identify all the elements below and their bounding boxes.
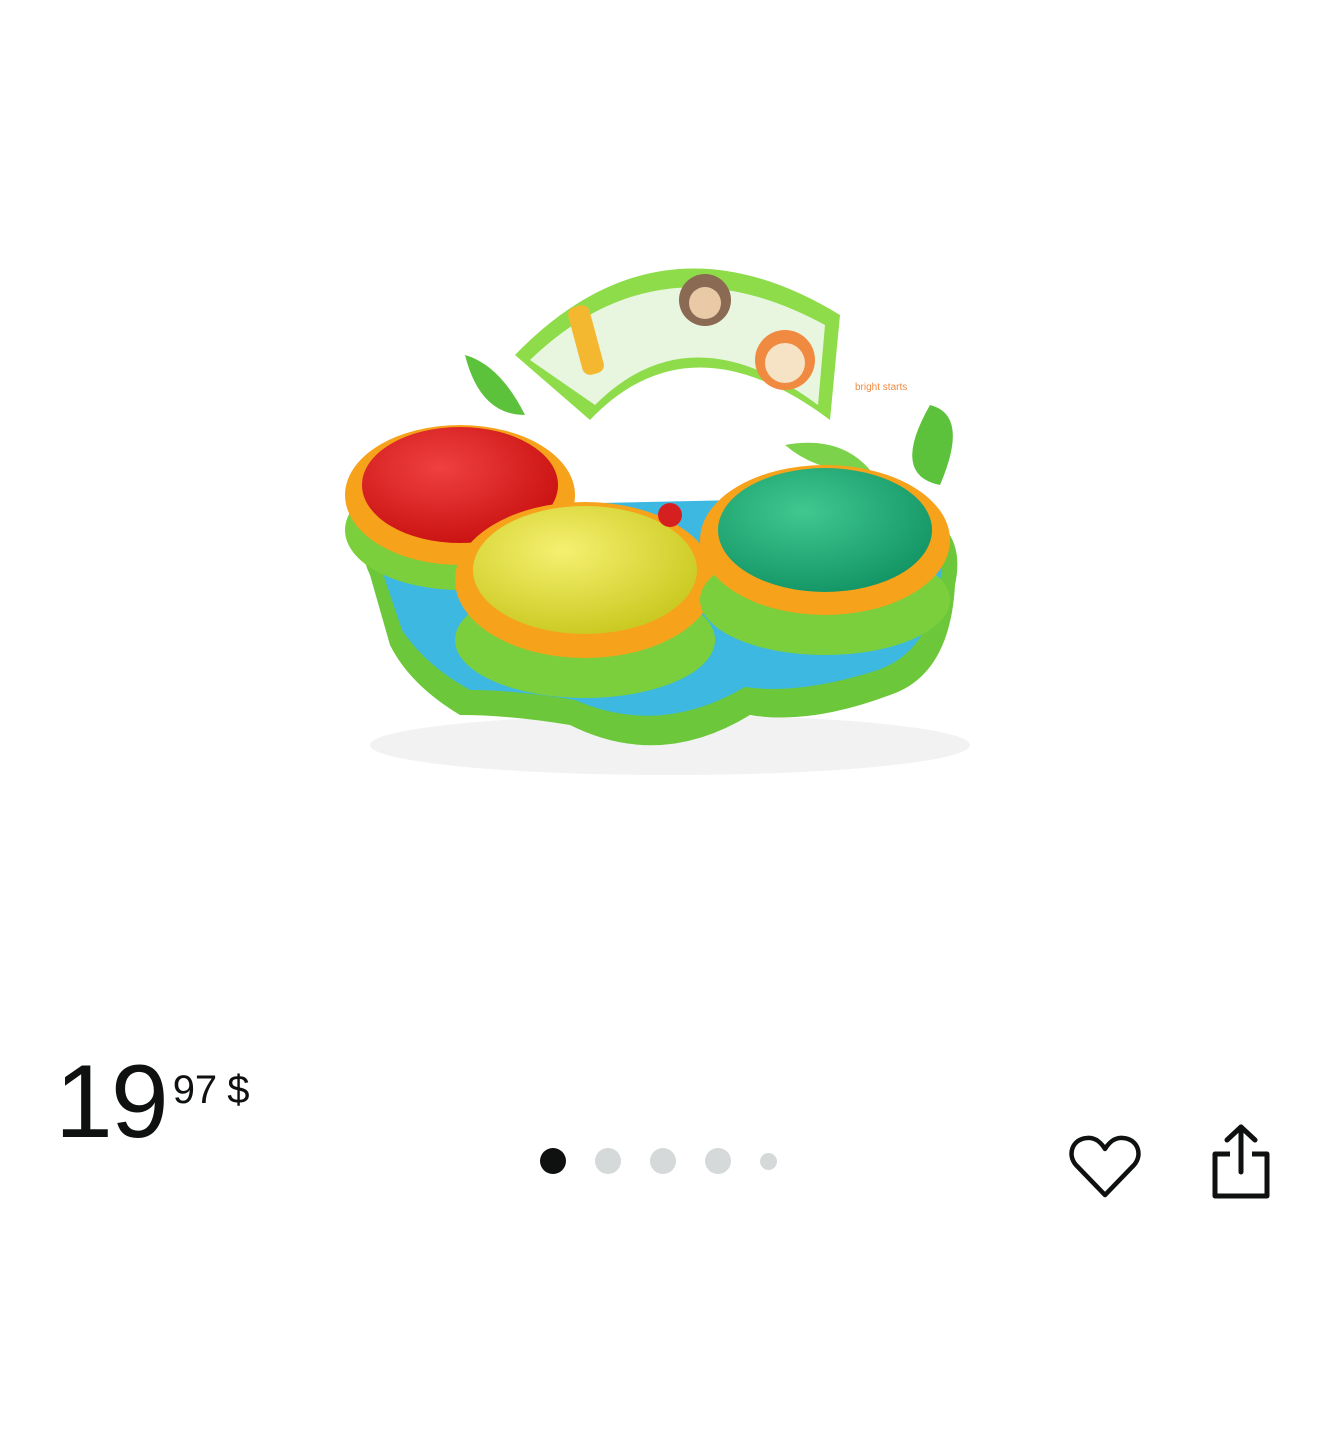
- carousel-dot-5[interactable]: [760, 1152, 777, 1170]
- price-fraction: 97: [172, 1068, 218, 1112]
- product-price: 19 97 $: [55, 1050, 249, 1154]
- heart-outline-icon: [1069, 1135, 1141, 1198]
- carousel-dot-2[interactable]: [595, 1148, 621, 1174]
- product-image[interactable]: bright starts: [330, 245, 1000, 785]
- price-whole: 19: [55, 1044, 169, 1160]
- carousel-dot-4[interactable]: [705, 1148, 731, 1174]
- share-button[interactable]: [1201, 1121, 1281, 1201]
- share-icon: [1212, 1124, 1270, 1199]
- bongo-toy-illustration: bright starts: [345, 268, 970, 775]
- brand-logo: bright starts: [855, 382, 907, 393]
- carousel-dot-1[interactable]: [540, 1148, 566, 1174]
- image-carousel-dots: [540, 1148, 806, 1174]
- price-currency: $: [227, 1068, 250, 1112]
- carousel-dot-3[interactable]: [650, 1148, 676, 1174]
- add-to-wishlist-button[interactable]: [1065, 1127, 1145, 1207]
